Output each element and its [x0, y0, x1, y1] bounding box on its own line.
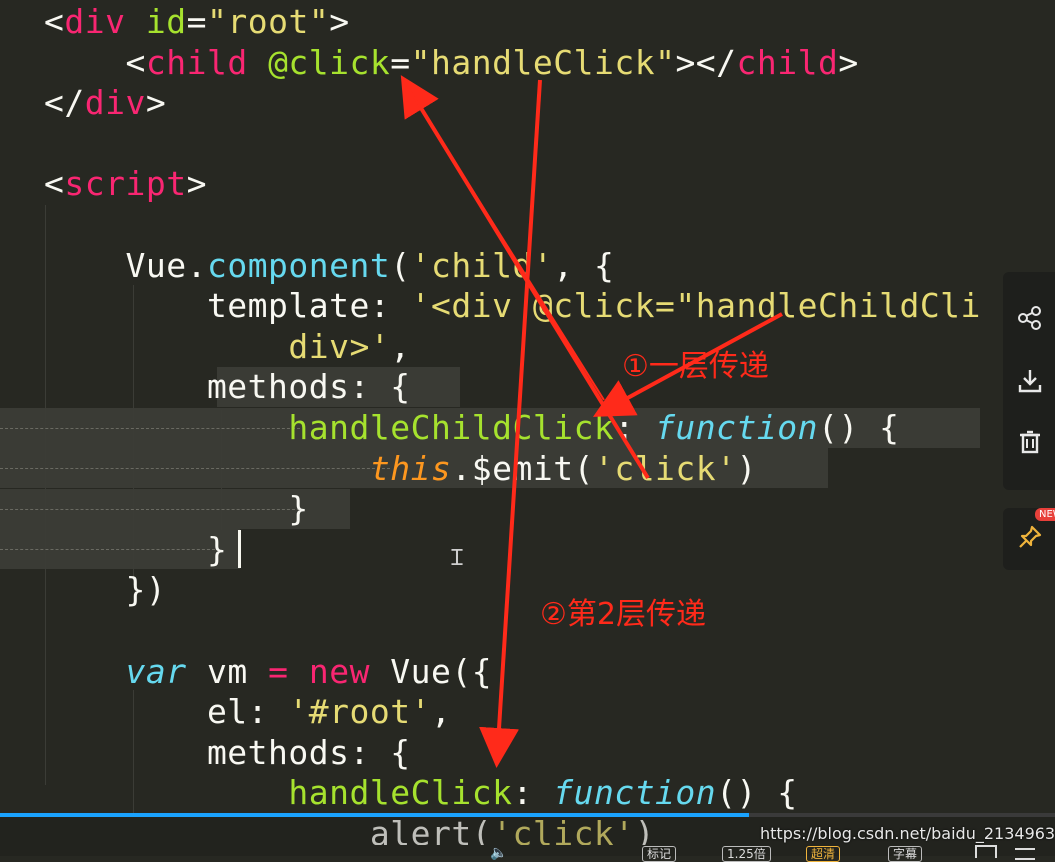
speed-button[interactable]: 1.25倍: [722, 846, 771, 862]
volume-icon[interactable]: 🔈: [490, 845, 507, 861]
fullscreen-icon[interactable]: [975, 845, 997, 858]
side-toolbar: [1003, 272, 1055, 490]
arrow-to-handleclick: [479, 79, 542, 768]
trash-icon[interactable]: [1015, 428, 1045, 458]
watermark: https://blog.csdn.net/baidu_21349635: [760, 824, 1055, 843]
share-icon[interactable]: [1015, 304, 1045, 334]
code-editor[interactable]: <div id="root"> <child @click="handleCli…: [0, 0, 1055, 845]
subtitle-button[interactable]: 字幕: [888, 846, 923, 862]
pin-panel: NEW: [1003, 508, 1055, 570]
new-badge: NEW: [1035, 508, 1055, 521]
annotation-step1: ①一层传递: [622, 349, 769, 384]
arrow-thin-to-click: [406, 85, 605, 401]
mark-button[interactable]: 标记: [642, 846, 677, 862]
download-icon[interactable]: [1015, 367, 1045, 397]
annotation-arrows: [400, 75, 783, 768]
annotation-step2: ②第2层传递: [540, 597, 706, 632]
pin-icon[interactable]: [1017, 524, 1043, 557]
menu-icon[interactable]: [1015, 848, 1035, 860]
quality-button[interactable]: 超清: [806, 846, 841, 862]
